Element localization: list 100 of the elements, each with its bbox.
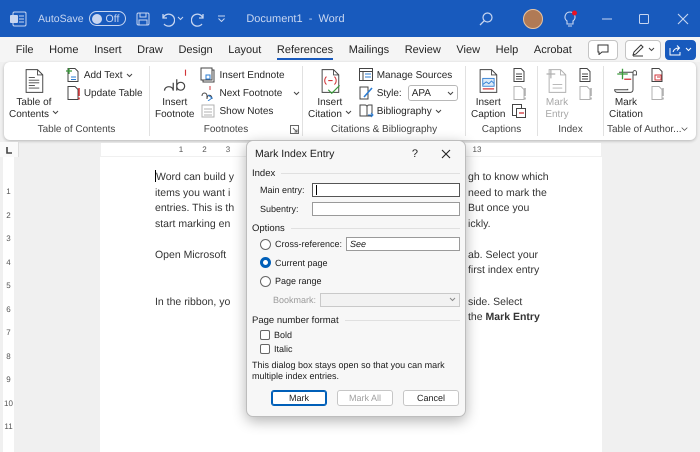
dialog-launcher-icon[interactable] <box>290 124 299 134</box>
ribbon-button[interactable]: Next Footnote <box>198 85 302 101</box>
ruler-number: 10 <box>4 398 13 410</box>
comment-icon <box>597 44 609 55</box>
ribbon-button[interactable]: Insert Endnote <box>198 67 302 83</box>
style-dropdown[interactable]: APA <box>408 85 458 101</box>
caret-icon <box>344 110 352 114</box>
ribbon-button[interactable]: Insert Caption <box>469 66 508 120</box>
ruler-number: 8 <box>6 350 11 362</box>
group-label: Citations & Bibliography <box>330 124 438 134</box>
menu-tab[interactable]: Home <box>41 37 86 62</box>
ribbon-button[interactable]: Update Table <box>62 85 145 101</box>
ribbon-button[interactable]: Mark Citation <box>607 66 645 120</box>
lightbulb-icon[interactable] <box>562 10 578 28</box>
menu-tab[interactable]: Layout <box>220 37 270 62</box>
collapse-ribbon-icon[interactable] <box>681 126 688 132</box>
document-text: In the ribbon, yo <box>155 294 232 310</box>
share-button[interactable] <box>665 40 696 60</box>
word-icon[interactable] <box>8 10 28 28</box>
document-text: need to mark the <box>468 186 548 201</box>
menu-tab[interactable]: Help <box>488 37 526 62</box>
document-text: ickly. <box>468 216 492 232</box>
menu-tab[interactable]: Mailings <box>340 37 397 62</box>
group-label: Footnotes <box>204 124 248 134</box>
ribbon-button[interactable]: Manage Sources <box>356 67 460 83</box>
radio-button[interactable] <box>260 276 271 287</box>
dialog-button[interactable]: Mark <box>271 390 327 406</box>
ruler-number: 1 <box>178 145 184 154</box>
caret-icon <box>446 90 454 96</box>
input-field[interactable] <box>312 202 460 216</box>
window-title: Document1 - Word <box>246 12 345 24</box>
document-text: But once you <box>468 201 530 216</box>
autosave-toggle[interactable]: Off <box>88 11 126 26</box>
document-text: entries. This is th <box>155 201 236 216</box>
document-exclamation-icon <box>577 85 593 101</box>
checkbox-label: Italic <box>274 344 293 354</box>
document-exclamation-icon <box>511 85 528 101</box>
document-text: side. Select <box>468 294 524 310</box>
ruler-number: 7 <box>6 327 11 339</box>
ruler-number: 1 <box>6 186 11 198</box>
menu-tab[interactable]: View <box>448 37 488 62</box>
ruler-number: 2 <box>6 210 11 222</box>
close-icon[interactable] <box>441 148 451 158</box>
endnote-icon <box>200 67 216 83</box>
checkbox[interactable] <box>260 344 270 354</box>
share-icon <box>669 44 682 56</box>
ruler-number: 3 <box>6 233 11 245</box>
editing-button[interactable] <box>625 40 661 60</box>
help-button[interactable]: ? <box>412 148 418 160</box>
ribbon-button[interactable]: Insert Citation <box>306 66 354 120</box>
comments-button[interactable] <box>588 40 618 60</box>
maximize-icon[interactable] <box>637 12 651 26</box>
menu-tab[interactable]: Acrobat <box>526 37 580 62</box>
mark-citation-icon <box>612 67 640 95</box>
ribbon-button[interactable]: Bibliography <box>356 103 460 119</box>
checkbox[interactable] <box>260 330 270 340</box>
ruler-number: 11 <box>4 421 13 433</box>
document-lines-icon <box>511 67 528 83</box>
customize-toolbar-icon[interactable] <box>217 15 226 22</box>
caret-icon <box>177 16 184 21</box>
add-text-icon <box>64 67 81 83</box>
ruler-number: 5 <box>6 280 11 292</box>
option-label: Current page <box>275 258 328 268</box>
radio-button[interactable] <box>260 257 271 268</box>
caret-icon <box>434 108 442 114</box>
field-label: Main entry: <box>260 184 306 194</box>
caret-icon <box>648 47 655 52</box>
group-label: Index <box>558 124 583 134</box>
notes-icon <box>200 103 216 119</box>
dialog-button[interactable]: Cancel <box>403 390 459 406</box>
search-icon[interactable] <box>478 10 494 26</box>
menu-tab[interactable]: Draw <box>129 37 171 62</box>
menu-tab[interactable]: Review <box>396 37 449 62</box>
save-icon[interactable] <box>135 10 152 26</box>
document-exclamation-icon <box>648 85 665 101</box>
document-text: start marking en <box>155 216 232 232</box>
tab-stop-icon[interactable] <box>5 146 13 154</box>
ribbon-button[interactable]: Insert Footnote <box>153 66 196 120</box>
input-field[interactable]: See <box>346 237 460 252</box>
menu-tab[interactable]: Insert <box>86 37 130 62</box>
caret-icon <box>52 110 59 114</box>
ruler-number: 2 <box>201 145 208 154</box>
ribbon-button[interactable]: Add Text <box>62 67 145 83</box>
document-text: Word can build y <box>156 171 234 183</box>
group-label: Captions <box>482 124 522 134</box>
menu-tab[interactable]: File <box>8 37 42 62</box>
avatar[interactable] <box>523 8 543 28</box>
input-field[interactable] <box>312 182 460 196</box>
option-label: Page range <box>275 276 322 286</box>
document-icon <box>648 67 665 83</box>
autosave-label: AutoSave <box>38 12 84 24</box>
menu-tab[interactable]: Design <box>170 37 220 62</box>
ribbon-button[interactable]: Table of Contents <box>7 66 61 120</box>
field-label: Bookmark: <box>273 294 316 304</box>
radio-button[interactable] <box>260 238 271 250</box>
manage-sources-icon <box>358 67 374 83</box>
caret-icon <box>126 72 133 78</box>
bibliography-icon <box>358 103 374 119</box>
section-heading: Page number format <box>252 315 339 326</box>
group-label: Table of Contents <box>38 124 116 134</box>
